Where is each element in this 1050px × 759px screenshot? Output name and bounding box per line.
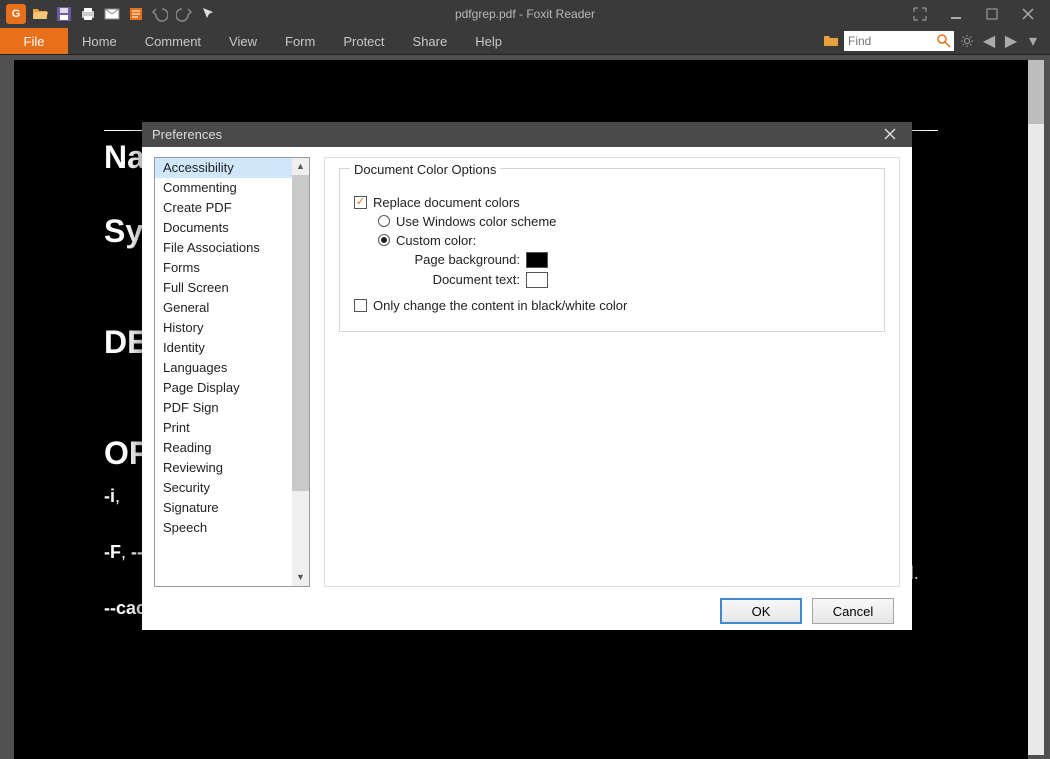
menu-form[interactable]: Form <box>271 28 329 54</box>
only-bw-label: Only change the content in black/white c… <box>373 298 627 313</box>
category-item[interactable]: Commenting <box>155 178 292 198</box>
replace-document-colors-checkbox[interactable] <box>354 196 367 209</box>
category-item[interactable]: File Associations <box>155 238 292 258</box>
menu-share[interactable]: Share <box>399 28 462 54</box>
cancel-button[interactable]: Cancel <box>812 598 894 624</box>
use-windows-scheme-radio[interactable] <box>378 215 390 227</box>
dialog-footer: OK Cancel <box>142 593 912 630</box>
category-item[interactable]: PDF Sign <box>155 398 292 418</box>
category-item[interactable]: Reading <box>155 438 292 458</box>
document-color-options-group: Document Color Options Replace document … <box>339 168 885 332</box>
cursor-dropdown-icon[interactable] <box>198 4 218 24</box>
scroll-down-icon[interactable]: ▼ <box>292 569 309 586</box>
search-icon[interactable] <box>936 33 952 49</box>
category-item[interactable]: Languages <box>155 358 292 378</box>
dialog-titlebar[interactable]: Preferences <box>142 122 912 147</box>
preferences-category-list: AccessibilityCommentingCreate PDFDocumen… <box>154 157 310 587</box>
custom-color-label: Custom color: <box>396 233 476 248</box>
gear-icon[interactable] <box>958 32 976 50</box>
replace-document-colors-label: Replace document colors <box>373 195 520 210</box>
menu-comment[interactable]: Comment <box>131 28 215 54</box>
chevron-down-icon[interactable]: ▾ <box>1024 32 1042 50</box>
category-item[interactable]: Reviewing <box>155 458 292 478</box>
menu-bar: File Home Comment View Form Protect Shar… <box>0 28 1050 54</box>
window-title: pdfgrep.pdf - Foxit Reader <box>455 7 595 21</box>
minimize-icon[interactable] <box>942 4 970 24</box>
category-item[interactable]: Page Display <box>155 378 292 398</box>
category-item[interactable]: Forms <box>155 258 292 278</box>
category-item[interactable]: Full Screen <box>155 278 292 298</box>
dialog-close-icon[interactable] <box>878 122 902 146</box>
page-background-label: Page background: <box>400 252 520 267</box>
document-text-label: Document text: <box>400 272 520 287</box>
page-background-color-swatch[interactable] <box>526 252 548 268</box>
menu-home[interactable]: Home <box>68 28 131 54</box>
group-legend: Document Color Options <box>350 162 500 177</box>
app-logo[interactable]: G <box>6 4 26 24</box>
notes-icon[interactable] <box>126 4 146 24</box>
preferences-dialog: Preferences AccessibilityCommentingCreat… <box>142 122 912 630</box>
scroll-up-icon[interactable]: ▲ <box>292 158 309 175</box>
only-bw-checkbox[interactable] <box>354 299 367 312</box>
custom-color-radio[interactable] <box>378 234 390 246</box>
dialog-title: Preferences <box>152 127 222 142</box>
category-item[interactable]: Documents <box>155 218 292 238</box>
email-icon[interactable] <box>102 4 122 24</box>
menu-help[interactable]: Help <box>461 28 516 54</box>
category-item[interactable]: General <box>155 298 292 318</box>
window-controls <box>906 4 1050 24</box>
category-item[interactable]: Signature <box>155 498 292 518</box>
folder-open-icon[interactable] <box>822 32 840 50</box>
menu-protect[interactable]: Protect <box>329 28 398 54</box>
document-text-color-swatch[interactable] <box>526 272 548 288</box>
category-item[interactable]: Print <box>155 418 292 438</box>
category-item[interactable]: Security <box>155 478 292 498</box>
find-field-wrap <box>844 31 954 51</box>
category-item[interactable]: Accessibility <box>155 158 292 178</box>
ok-button[interactable]: OK <box>720 598 802 624</box>
title-bar: G pdfgrep.pdf - Foxit Reader <box>0 0 1050 28</box>
quick-access-toolbar: G <box>0 4 224 24</box>
scrollbar-thumb[interactable] <box>1028 60 1044 124</box>
fullscreen-icon[interactable] <box>906 4 934 24</box>
category-scrollbar[interactable]: ▲ ▼ <box>292 158 309 586</box>
open-icon[interactable] <box>30 4 50 24</box>
vertical-scrollbar[interactable] <box>1028 60 1044 755</box>
preferences-pane: Document Color Options Replace document … <box>324 157 900 587</box>
next-icon[interactable]: ▶ <box>1002 32 1020 50</box>
category-item[interactable]: Create PDF <box>155 198 292 218</box>
close-icon[interactable] <box>1014 4 1042 24</box>
maximize-icon[interactable] <box>978 4 1006 24</box>
use-windows-scheme-label: Use Windows color scheme <box>396 214 556 229</box>
print-icon[interactable] <box>78 4 98 24</box>
redo-icon[interactable] <box>174 4 194 24</box>
prev-icon[interactable]: ◀ <box>980 32 998 50</box>
save-icon[interactable] <box>54 4 74 24</box>
file-menu[interactable]: File <box>0 28 68 54</box>
menu-view[interactable]: View <box>215 28 271 54</box>
category-item[interactable]: History <box>155 318 292 338</box>
category-item[interactable]: Speech <box>155 518 292 538</box>
undo-icon[interactable] <box>150 4 170 24</box>
scrollbar-thumb[interactable] <box>292 175 309 491</box>
category-item[interactable]: Identity <box>155 338 292 358</box>
